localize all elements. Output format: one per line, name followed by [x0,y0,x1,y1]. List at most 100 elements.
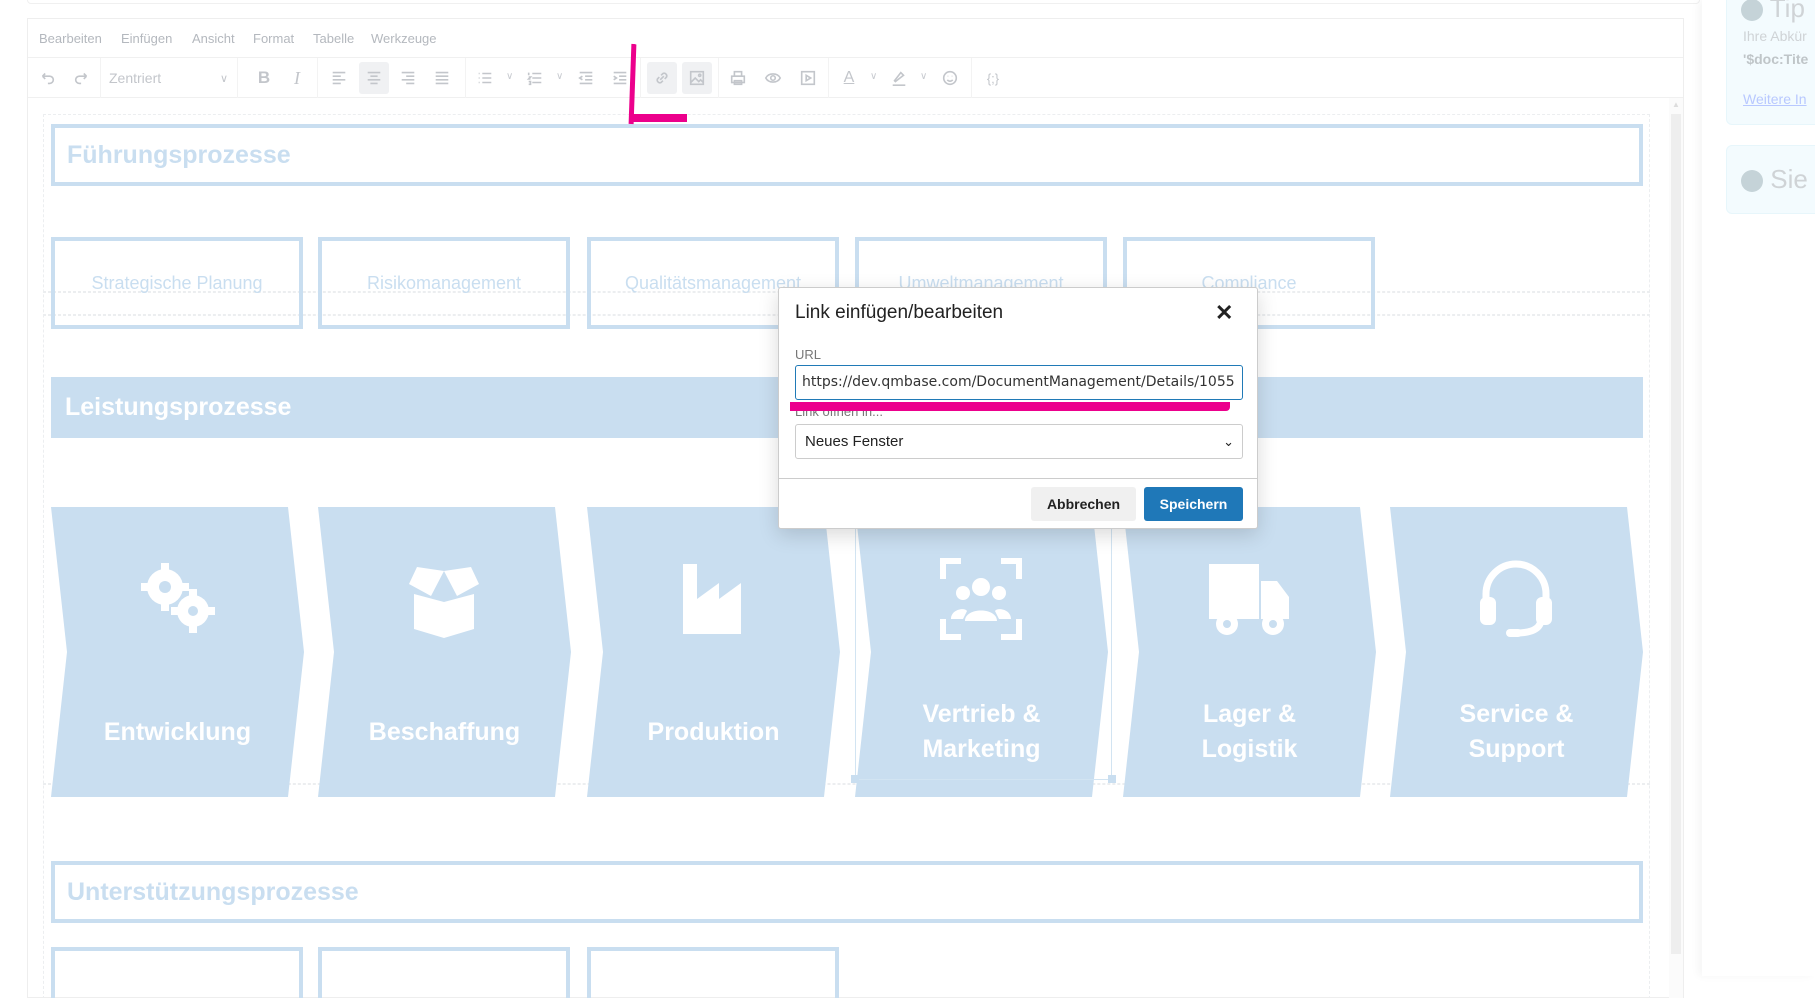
preview-button[interactable] [758,62,788,94]
heading-text: Führungsprozesse [67,140,291,169]
annotation-underline [790,402,1230,411]
numbered-list-button[interactable] [520,62,550,94]
editor-scrollbar[interactable]: ▲ [1669,98,1683,998]
menu-einfügen[interactable]: Einfügen [121,31,172,46]
code-braces-icon: {;} [986,70,1000,86]
core-process-chevron: Entwicklung [51,507,304,797]
core-process-chevron: Service & Support [1390,507,1643,797]
info-title: Sie a [1770,164,1815,194]
core-process-chevron: Lager & Logistik [1123,507,1376,797]
process-label: Service & Support [1459,700,1574,763]
highlight-color-button[interactable] [884,62,914,94]
divider [718,58,719,98]
divider [971,58,972,98]
bullet-list-button[interactable] [470,62,500,94]
gears-icon [127,549,227,649]
divider [237,58,238,98]
heading-text: Unterstützungsprozesse [67,877,359,906]
heading-text: Leistungsprozesse [65,393,292,421]
target-value: Neues Fenster [805,433,904,450]
align-justify-button[interactable] [427,62,457,94]
support-box [318,947,570,998]
scroll-up-icon[interactable]: ▲ [1672,100,1680,109]
align-right-button[interactable] [393,62,423,94]
support-box [587,947,839,998]
chevron-down-icon[interactable]: ∨ [870,71,877,82]
annotation-stroke [629,114,687,122]
editor-content[interactable]: Führungsprozesse Strategische Planung Ris… [28,98,1668,998]
eye-icon [764,73,782,83]
highlighter-icon [892,71,906,87]
editor-menubar: Bearbeiten Einfügen Ansicht Format Tabelle We… [28,19,1683,58]
save-button[interactable]: Speichern [1144,487,1243,521]
align-right-icon [401,71,415,85]
dialog-title: Link einfügen/bearbeiten [795,302,1004,323]
chevron-down-icon: ∨ [219,72,228,85]
headset-icon [1466,549,1566,649]
menu-ansicht[interactable]: Ansicht [192,31,235,46]
process-label: Strategische Planung [91,272,263,293]
menu-tabelle[interactable]: Tabelle [313,31,354,46]
core-process-chevron: Produktion [587,507,840,797]
scrollbar-thumb[interactable] [1671,114,1681,954]
menu-format[interactable]: Format [253,31,294,46]
menu-bearbeiten[interactable]: Bearbeiten [39,31,102,46]
more-info-link[interactable]: Weitere In [1743,91,1807,107]
url-input[interactable]: https://dev.qmbase.com/DocumentManagemen… [795,365,1243,400]
url-value: https://dev.qmbase.com/DocumentManagemen… [802,374,1235,390]
align-left-icon [332,71,346,85]
info-icon [1741,0,1763,22]
emoji-button[interactable] [935,62,965,94]
indent-icon [613,71,627,85]
process-label: Entwicklung [103,717,252,746]
resize-handle[interactable] [1108,775,1116,783]
divider [640,58,641,98]
chevron-down-icon[interactable]: ∨ [920,71,927,82]
process-label: Produktion [647,717,780,746]
core-process-chevron: Beschaffung [318,507,571,797]
heading-unterstuetzungsprozesse: Unterstützungsprozesse [51,861,1643,923]
italic-button[interactable]: I [282,62,312,94]
management-process-box: Risikomanagement [318,237,570,329]
bullet-list-icon [478,72,492,84]
top-card [27,0,1700,4]
outdent-icon [578,71,593,85]
format-select[interactable]: Zentriert ∨ [101,62,236,94]
undo-button[interactable] [32,62,62,94]
support-box [51,947,303,998]
chevron-down-icon[interactable]: ∨ [556,71,563,82]
link-button[interactable] [647,62,677,94]
code-sample-button[interactable]: {;} [978,62,1008,94]
heading-fuehrungsprozesse: Führungsprozesse [51,124,1643,186]
divider [317,58,318,98]
align-left-button[interactable] [324,62,354,94]
tip-placeholder: '$doc:Tite [1743,51,1809,67]
text-color-button[interactable]: A [834,62,864,94]
selected-cell-outline [855,489,1112,780]
media-button[interactable] [793,62,823,94]
tip-text: Ihre Abkür [1743,28,1807,44]
resize-handle[interactable] [851,775,859,783]
undo-icon [41,72,55,85]
image-button[interactable] [682,62,712,94]
print-button[interactable] [723,62,753,94]
right-sidebar: Tip Ihre Abkür '$doc:Tite Weitere In Sie… [1702,0,1815,976]
redo-button[interactable] [67,62,97,94]
target-select[interactable]: Neues Fenster ⌄ [795,424,1243,459]
align-justify-icon [435,71,449,85]
cancel-button[interactable]: Abbrechen [1031,487,1136,521]
align-center-button[interactable] [359,62,389,94]
bold-button[interactable]: B [249,62,279,94]
editor-toolbar: Zentriert ∨ B I ∨ ∨ A ∨ ∨ {;} [28,58,1683,98]
menu-werkzeuge[interactable]: Werkzeuge [371,31,437,46]
outdent-button[interactable] [571,62,601,94]
text-color-icon: A [843,69,855,86]
divider [828,58,829,98]
tip-title: Tip [1769,0,1805,23]
redo-icon [74,72,88,85]
process-label: Beschaffung [368,717,521,746]
close-button[interactable]: ✕ [1215,300,1233,326]
box-open-icon [394,549,494,649]
chevron-down-icon[interactable]: ∨ [506,71,513,82]
truck-icon [1199,549,1299,649]
